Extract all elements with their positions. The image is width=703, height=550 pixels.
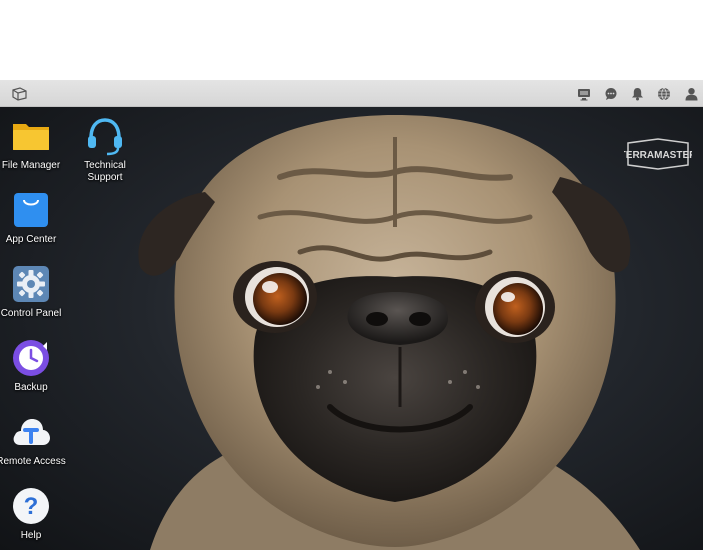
desktop-icon-label: Technical Support [84,160,126,183]
terramaster-logo: TERRAMASTER [620,137,697,171]
desktop: TERRAMASTER File Manager TechnicalSuppor… [0,107,703,550]
folder-icon [13,124,49,150]
brand-text: TERRAMASTER [624,150,692,161]
cloud-icon [13,419,51,445]
desktop-icon-help[interactable]: ? Help [0,486,66,542]
desktop-icon-label: File Manager [1,160,61,171]
desktop-icon-label: Help [20,530,42,541]
desktop-icon-label: App Center [5,234,57,245]
svg-text:?: ? [24,493,39,520]
desktop-icon-label: Remote Access [0,456,66,467]
bell-icon[interactable] [628,85,646,103]
question-icon: ? [13,488,49,524]
monitor-icon[interactable] [575,85,593,103]
shopping-bag-icon [14,193,48,227]
desktop-icon-control-panel[interactable]: Control Panel [0,264,66,320]
clock-icon [13,340,49,376]
desktop-icon-label: Control Panel [0,308,62,319]
desktop-icon-remote-access[interactable]: Remote Access [0,412,66,468]
desktop-icon-label: Backup [14,382,48,393]
gear-icon [13,266,49,302]
chat-icon[interactable] [602,85,620,103]
page-top-whitespace [0,0,703,80]
desktop-icon-file-manager[interactable]: File Manager [0,116,66,172]
taskbar [0,80,703,107]
desktop-icon-app-center[interactable]: App Center [0,190,66,246]
user-icon[interactable] [682,85,700,103]
desktop-icon-backup[interactable]: Backup [0,338,66,394]
headset-icon [88,118,122,156]
start-cube-icon[interactable] [10,85,28,103]
desktop-icon-technical-support[interactable]: Technical Support [70,116,140,184]
globe-icon[interactable] [655,85,673,103]
